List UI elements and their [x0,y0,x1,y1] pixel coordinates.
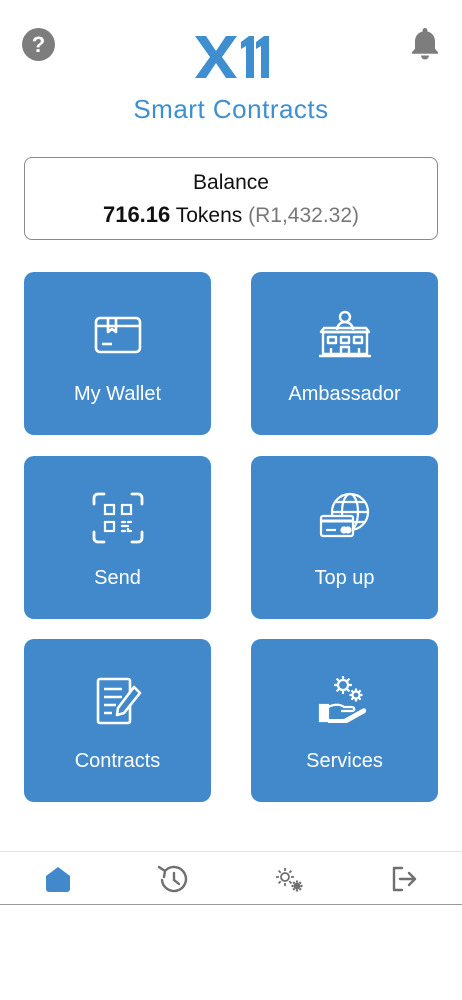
top-up-label: Top up [314,567,375,589]
services-label: Services [306,750,383,772]
bell-icon[interactable] [406,24,444,62]
home-icon [46,867,70,892]
contracts-label: Contracts [74,750,161,772]
balance-card: Balance 716.16 Tokens (R1,432.32) [24,157,438,240]
nav-settings[interactable] [259,852,319,906]
settings-gears-icon [276,868,303,892]
my-wallet-button[interactable]: My Wallet [24,272,211,435]
history-icon [157,865,188,893]
hand-gears-icon [318,676,366,723]
top-up-button[interactable]: Top up [251,456,438,619]
app-title: Smart Contracts [133,94,329,124]
balance-fiat: (R1,432.32) [248,204,360,227]
balance-label: Balance [193,171,269,194]
building-icon [318,310,371,358]
my-wallet-label: My Wallet [73,383,162,405]
bottom-nav [0,851,462,905]
contracts-button[interactable]: Contracts [24,639,211,802]
ambassador-label: Ambassador [288,383,401,405]
balance-value: 716.16 Tokens (R1,432.32) [25,202,437,228]
nav-logout[interactable] [373,852,433,906]
home-screen: ? Smart Contracts Balance 716.16 Tokens … [0,0,462,1000]
nav-home[interactable] [28,852,88,906]
nav-history[interactable] [143,852,203,906]
balance-amount: 716.16 [102,202,171,227]
qr-scan-icon [92,492,143,544]
send-label: Send [94,567,141,589]
x11-logo [195,36,269,78]
help-icon[interactable]: ? [22,28,55,61]
wallet-icon [94,316,141,354]
balance-unit: Tokens [175,204,243,227]
ambassador-button[interactable]: Ambassador [251,272,438,435]
document-pen-icon [96,677,141,725]
logout-icon [392,866,417,892]
send-button[interactable]: Send [24,456,211,619]
services-button[interactable]: Services [251,639,438,802]
card-globe-icon [319,492,369,538]
